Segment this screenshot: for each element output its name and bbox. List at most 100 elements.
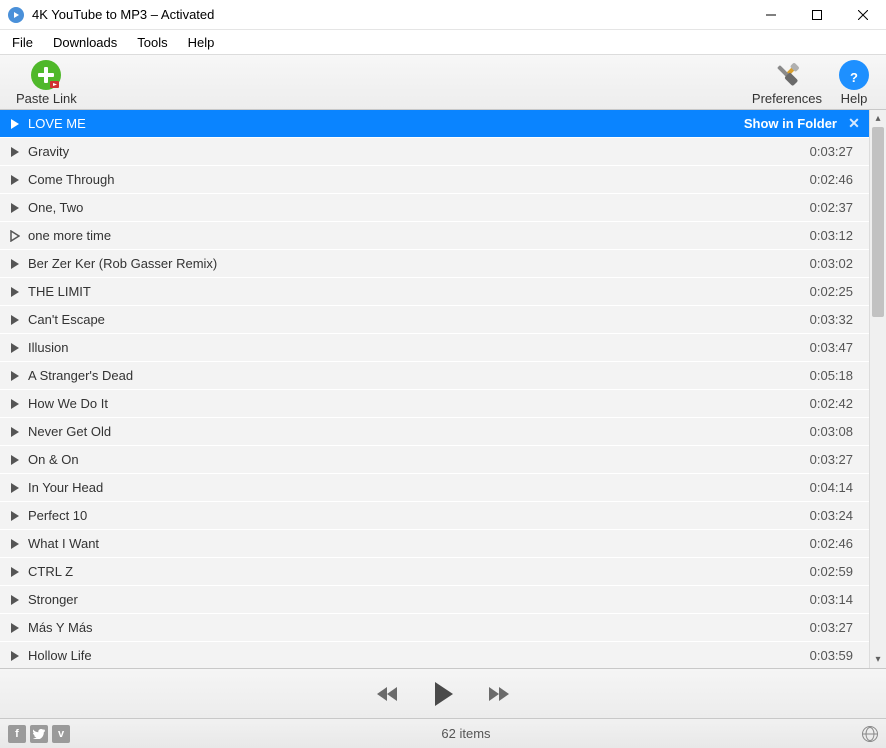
track-title: Más Y Más [28,620,810,635]
play-icon[interactable] [8,118,22,130]
track-row[interactable]: one more time0:03:12 [0,222,869,250]
next-button[interactable] [485,684,511,704]
menu-file[interactable]: File [2,33,43,52]
track-duration: 0:02:46 [810,172,861,187]
track-duration: 0:03:08 [810,424,861,439]
twitter-icon[interactable] [30,725,48,743]
play-icon[interactable] [8,342,22,354]
menu-tools[interactable]: Tools [127,33,177,52]
social-links: f v [8,725,70,743]
track-row[interactable]: Gravity0:03:27 [0,138,869,166]
track-duration: 0:02:25 [810,284,861,299]
play-icon[interactable] [8,510,22,522]
track-row[interactable]: THE LIMIT0:02:25 [0,278,869,306]
help-label: Help [841,91,868,106]
track-row[interactable]: How We Do It0:02:42 [0,390,869,418]
play-icon[interactable] [8,202,22,214]
paste-link-button[interactable]: Paste Link [8,55,85,109]
vertical-scrollbar[interactable]: ▴ ▾ [869,110,886,668]
track-list[interactable]: LOVE MEShow in Folder✕Gravity0:03:27Come… [0,110,869,668]
help-icon: ? [838,59,870,91]
track-row[interactable]: Stronger0:03:14 [0,586,869,614]
show-in-folder-link[interactable]: Show in Folder [744,116,847,131]
play-icon[interactable] [8,146,22,158]
track-title: CTRL Z [28,564,810,579]
track-list-container: LOVE MEShow in Folder✕Gravity0:03:27Come… [0,110,886,668]
track-duration: 0:03:59 [810,648,861,663]
play-button[interactable] [429,680,457,708]
preferences-label: Preferences [752,91,822,106]
track-title: Never Get Old [28,424,810,439]
track-title: Gravity [28,144,810,159]
play-icon[interactable] [8,258,22,270]
track-title: Hollow Life [28,648,810,663]
track-title: Come Through [28,172,810,187]
track-title: Ber Zer Ker (Rob Gasser Remix) [28,256,810,271]
track-title: Illusion [28,340,810,355]
track-title: What I Want [28,536,810,551]
track-title: In Your Head [28,480,810,495]
track-row[interactable]: Illusion0:03:47 [0,334,869,362]
track-row[interactable]: Perfect 100:03:24 [0,502,869,530]
track-duration: 0:02:42 [810,396,861,411]
track-row[interactable]: What I Want0:02:46 [0,530,869,558]
play-icon[interactable] [8,286,22,298]
play-icon[interactable] [8,174,22,186]
track-row[interactable]: In Your Head0:04:14 [0,474,869,502]
track-row[interactable]: Más Y Más0:03:27 [0,614,869,642]
maximize-button[interactable] [794,0,840,30]
track-duration: 0:03:14 [810,592,861,607]
play-icon[interactable] [8,650,22,662]
play-icon[interactable] [8,370,22,382]
track-row[interactable]: CTRL Z0:02:59 [0,558,869,586]
facebook-icon[interactable]: f [8,725,26,743]
minimize-button[interactable] [748,0,794,30]
vimeo-icon[interactable]: v [52,725,70,743]
track-row[interactable]: Never Get Old0:03:08 [0,418,869,446]
svg-text:?: ? [850,70,858,85]
scroll-thumb[interactable] [872,127,884,317]
scroll-up-icon[interactable]: ▴ [870,110,886,127]
play-icon[interactable] [8,454,22,466]
play-icon[interactable] [8,622,22,634]
track-row-selected[interactable]: LOVE MEShow in Folder✕ [0,110,869,138]
track-title: Perfect 10 [28,508,810,523]
track-title: one more time [28,228,810,243]
play-icon[interactable] [8,538,22,550]
track-duration: 0:03:27 [810,452,861,467]
toolbar: Paste Link Preferences ? Help [0,54,886,110]
app-icon [8,7,24,23]
track-title: Can't Escape [28,312,810,327]
globe-icon[interactable] [862,726,878,742]
play-icon[interactable] [8,594,22,606]
paste-link-label: Paste Link [16,91,77,106]
track-row[interactable]: Ber Zer Ker (Rob Gasser Remix)0:03:02 [0,250,869,278]
paste-link-icon [30,59,62,91]
track-title: How We Do It [28,396,810,411]
close-button[interactable] [840,0,886,30]
play-icon[interactable] [8,426,22,438]
track-row[interactable]: Hollow Life0:03:59 [0,642,869,668]
previous-button[interactable] [375,684,401,704]
track-row[interactable]: Come Through0:02:46 [0,166,869,194]
help-button[interactable]: ? Help [830,55,878,109]
track-row[interactable]: A Stranger's Dead0:05:18 [0,362,869,390]
status-bar: f v 62 items [0,718,886,748]
track-row[interactable]: Can't Escape0:03:32 [0,306,869,334]
track-duration: 0:03:12 [810,228,861,243]
track-duration: 0:02:37 [810,200,861,215]
scroll-track[interactable] [870,127,886,651]
remove-icon[interactable]: ✕ [847,115,861,132]
track-row[interactable]: On & On0:03:27 [0,446,869,474]
menu-downloads[interactable]: Downloads [43,33,127,52]
menu-help[interactable]: Help [178,33,225,52]
play-icon[interactable] [8,398,22,410]
scroll-down-icon[interactable]: ▾ [870,651,886,668]
play-icon[interactable] [8,482,22,494]
play-icon[interactable] [8,566,22,578]
preferences-button[interactable]: Preferences [744,55,830,109]
track-row[interactable]: One, Two0:02:37 [0,194,869,222]
play-icon[interactable] [8,230,22,242]
play-icon[interactable] [8,314,22,326]
player-bar [0,668,886,718]
